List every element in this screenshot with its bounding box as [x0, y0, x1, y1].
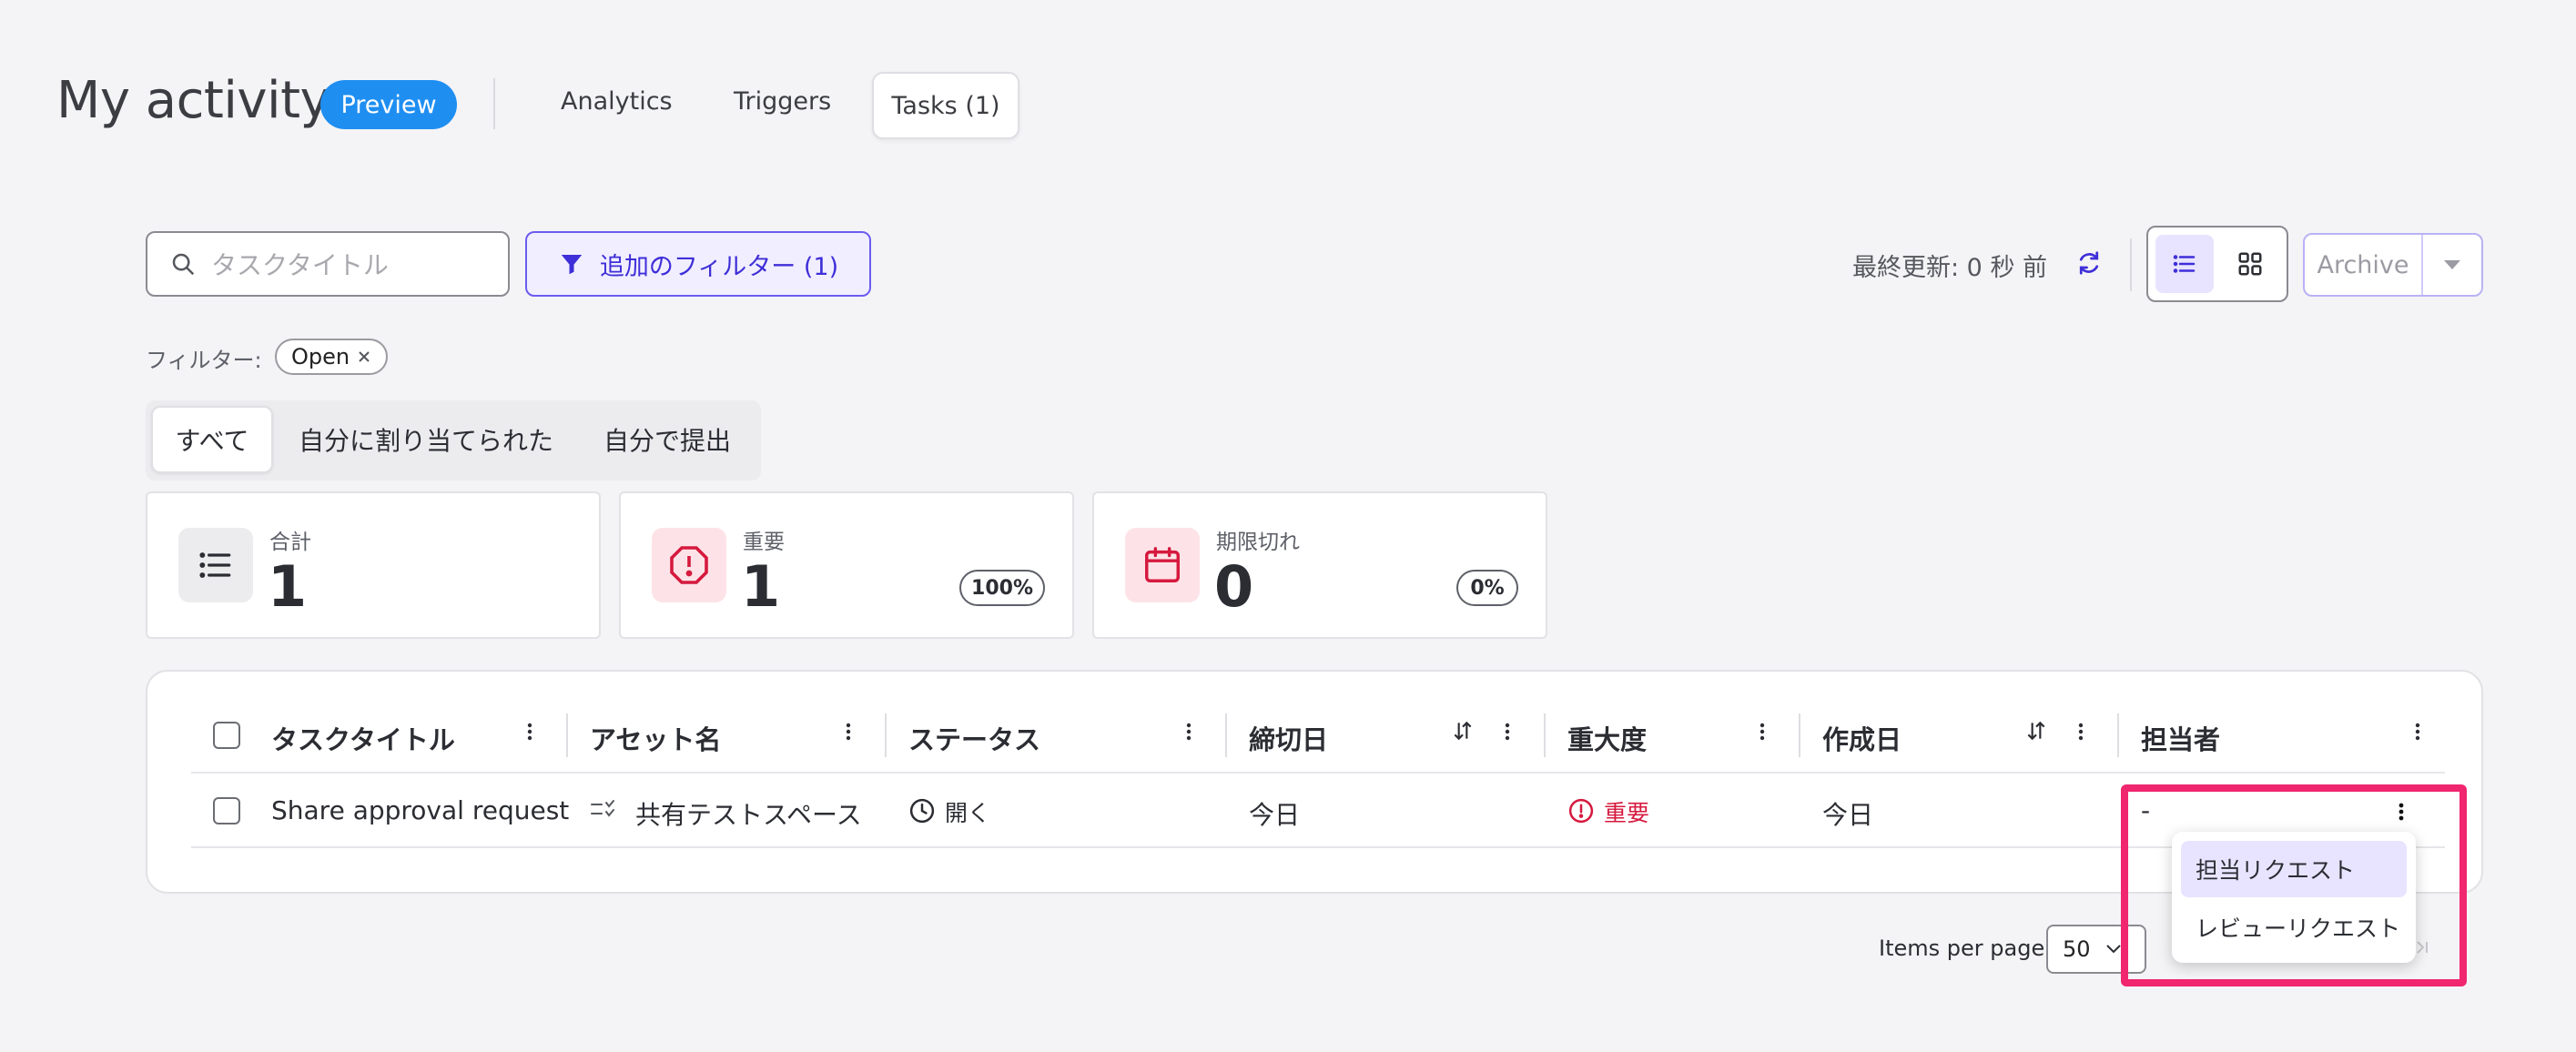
column-menu-icon[interactable]: [2075, 715, 2086, 748]
asset-name[interactable]: 共有テストスペース: [635, 795, 862, 832]
tab-analytics[interactable]: Analytics: [561, 87, 673, 116]
summary-value: 1: [741, 553, 781, 620]
due-date: 今日: [1249, 800, 1301, 830]
summary-label: 期限切れ: [1216, 531, 1300, 554]
tab-tasks[interactable]: Tasks (1): [872, 72, 1019, 139]
list-icon: [178, 528, 253, 602]
summary-value: 1: [268, 553, 308, 620]
add-filter-button[interactable]: 追加のフィルター (1): [525, 231, 871, 297]
close-icon[interactable]: [357, 349, 371, 364]
column-header-created[interactable]: 作成日: [1822, 719, 1902, 757]
column-separator[interactable]: [1544, 713, 1546, 757]
chevron-down-icon: [2105, 944, 2122, 955]
summary-card-critical: 重要 1 100%: [619, 491, 1074, 639]
segment-all[interactable]: すべて: [151, 406, 273, 473]
summary-label: 重要: [743, 531, 785, 554]
column-header-title[interactable]: タスクタイトル: [271, 719, 455, 757]
header-row-divider: [191, 772, 2445, 774]
filter-chip-label: Open: [290, 344, 350, 369]
summary-card-total: 合計 1: [146, 491, 601, 639]
summary-percent-pill: 100%: [959, 570, 1045, 606]
archive-dropdown-toggle[interactable]: [2423, 235, 2481, 295]
tab-triggers[interactable]: Triggers: [734, 87, 831, 116]
filter-label: フィルター:: [146, 348, 262, 373]
filter-chip-open[interactable]: Open: [275, 339, 388, 375]
column-header-assignee[interactable]: 担当者: [2141, 719, 2220, 757]
column-menu-icon[interactable]: [1757, 715, 1768, 748]
toolbar-divider: [2130, 238, 2132, 291]
preview-badge: Preview: [320, 80, 457, 129]
segment-assigned-to-me[interactable]: 自分に割り当てられた: [284, 406, 568, 473]
alert-octagon-icon: [652, 528, 726, 602]
archive-button[interactable]: Archive: [2303, 233, 2483, 297]
add-filter-label: 追加のフィルター (1): [599, 252, 839, 281]
column-separator[interactable]: [1799, 713, 1800, 757]
severity-badge: 重要: [1604, 800, 1650, 826]
column-header-status[interactable]: ステータス: [908, 719, 1040, 757]
row-divider: [191, 846, 2445, 848]
sort-icon[interactable]: [1451, 719, 1475, 743]
column-header-due-date[interactable]: 締切日: [1249, 719, 1328, 757]
clock-icon: [908, 797, 936, 824]
alert-circle-icon: [1567, 797, 1595, 824]
search-icon: [169, 250, 197, 278]
filter-icon: [558, 250, 585, 278]
column-separator[interactable]: [566, 713, 568, 757]
summary-value: 0: [1214, 553, 1254, 620]
column-menu-icon[interactable]: [2412, 715, 2423, 748]
select-all-checkbox[interactable]: [213, 722, 240, 749]
column-menu-icon[interactable]: [524, 715, 535, 748]
calendar-icon: [1125, 528, 1200, 602]
list-view-icon: [2171, 250, 2198, 278]
asset-icon: [590, 797, 615, 821]
column-separator[interactable]: [885, 713, 887, 757]
summary-card-overdue: 期限切れ 0 0%: [1092, 491, 1547, 639]
page-title: My activity: [56, 71, 330, 130]
column-separator[interactable]: [2117, 713, 2119, 757]
row-checkbox[interactable]: [213, 797, 240, 824]
sort-icon[interactable]: [2024, 719, 2048, 743]
status-text: 開く: [945, 800, 991, 826]
last-updated-text: 最終更新: 0 秒 前: [1852, 254, 2048, 282]
caret-down-icon: [2442, 258, 2462, 271]
summary-percent-pill: 0%: [1456, 570, 1518, 606]
menu-item-assign-request[interactable]: 担当リクエスト: [2181, 841, 2407, 897]
summary-label: 合計: [269, 531, 311, 554]
header-divider: [493, 78, 495, 129]
column-separator[interactable]: [1225, 713, 1227, 757]
refresh-icon[interactable]: [2075, 249, 2103, 277]
archive-label[interactable]: Archive: [2305, 235, 2423, 295]
column-menu-icon[interactable]: [843, 715, 854, 748]
items-per-page-label: Items per page: [1879, 936, 2045, 961]
menu-item-review-request[interactable]: レビューリクエスト: [2181, 899, 2407, 956]
column-header-asset[interactable]: アセット名: [590, 719, 721, 757]
segment-submitted-by-me[interactable]: 自分で提出: [583, 406, 752, 473]
column-header-severity[interactable]: 重大度: [1567, 719, 1647, 757]
list-view-button[interactable]: [2155, 235, 2214, 293]
items-per-page-value: 50: [2063, 936, 2091, 962]
search-placeholder: タスクタイトル: [211, 250, 389, 280]
grid-view-icon: [2236, 250, 2264, 278]
search-input[interactable]: タスクタイトル: [146, 231, 510, 297]
grid-view-button[interactable]: [2221, 235, 2279, 293]
column-menu-icon[interactable]: [1183, 715, 1194, 748]
column-menu-icon[interactable]: [1502, 715, 1513, 748]
created-date: 今日: [1822, 800, 1874, 830]
task-title-link[interactable]: Share approval request: [271, 795, 569, 825]
